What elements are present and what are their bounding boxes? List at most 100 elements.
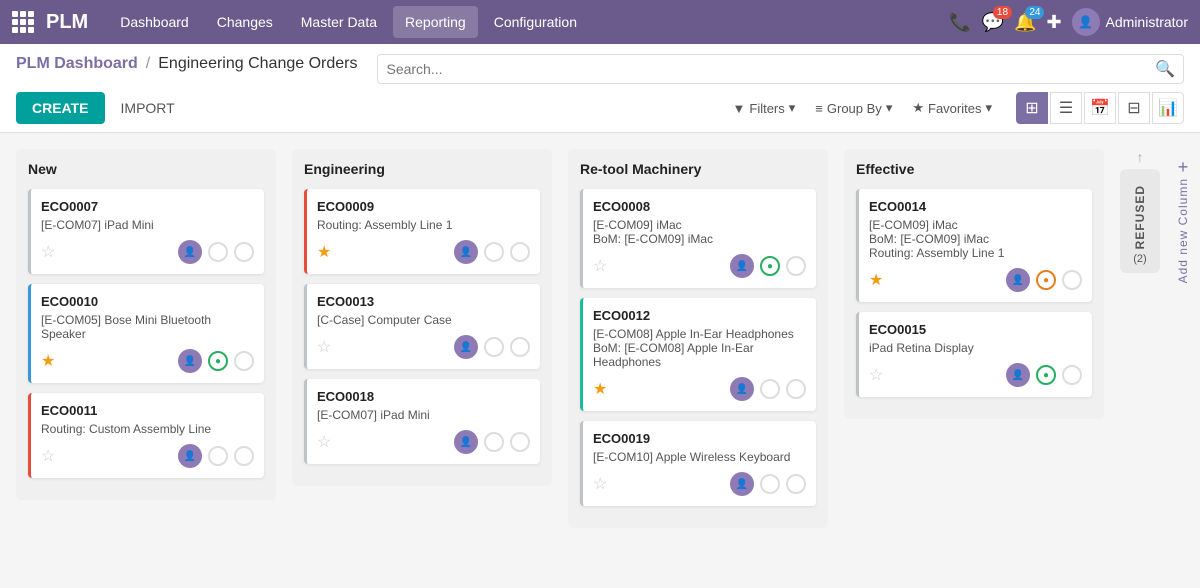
table-row[interactable]: ECO0013 [C-Case] Computer Case ☆ 👤 <box>304 284 540 369</box>
chart-view-button[interactable]: 📊 <box>1152 92 1184 124</box>
status-dot[interactable] <box>760 379 780 399</box>
status-dot-2[interactable] <box>234 351 254 371</box>
card-footer: ★ 👤 <box>317 240 530 264</box>
column-effective: Effective ECO0014 [E-COM09] iMacBoM: [E-… <box>844 149 1104 419</box>
grid-view-button[interactable]: ⊟ <box>1118 92 1150 124</box>
status-dot[interactable]: ● <box>760 256 780 276</box>
star-button[interactable]: ☆ <box>41 446 55 466</box>
import-button[interactable]: IMPORT <box>113 92 183 124</box>
create-button[interactable]: CREATE <box>16 92 105 124</box>
column-engineering: Engineering ECO0009 Routing: Assembly Li… <box>292 149 552 486</box>
menu-dashboard[interactable]: Dashboard <box>108 6 201 38</box>
table-row[interactable]: ECO0011 Routing: Custom Assembly Line ☆ … <box>28 393 264 478</box>
card-id: ECO0011 <box>41 403 254 418</box>
search-icon[interactable]: 🔍 <box>1155 59 1175 79</box>
card-footer: ☆ 👤 <box>317 430 530 454</box>
avatar: 👤 <box>178 444 202 468</box>
table-row[interactable]: ECO0018 [E-COM07] iPad Mini ☆ 👤 <box>304 379 540 464</box>
card-footer: ☆ 👤 <box>41 240 254 264</box>
phone-icon[interactable]: 📞 <box>949 12 971 33</box>
table-row[interactable]: ECO0009 Routing: Assembly Line 1 ★ 👤 <box>304 189 540 274</box>
table-row[interactable]: ECO0010 [E-COM05] Bose Mini Bluetooth Sp… <box>28 284 264 383</box>
star-button[interactable]: ★ <box>593 379 607 399</box>
star-button[interactable]: ☆ <box>869 365 883 385</box>
add-column-button[interactable]: + Add new Column <box>1176 149 1190 283</box>
favorites-button[interactable]: ★ Favorites ▾ <box>904 96 1000 120</box>
status-dot[interactable] <box>760 474 780 494</box>
status-dot[interactable] <box>208 446 228 466</box>
menu-master-data[interactable]: Master Data <box>289 6 389 38</box>
star-button[interactable]: ☆ <box>317 337 331 357</box>
filters-button[interactable]: ▼ Filters ▾ <box>725 96 804 120</box>
admin-menu[interactable]: 👤 Administrator <box>1072 8 1188 36</box>
table-row[interactable]: ECO0012 [E-COM08] Apple In-Ear Headphone… <box>580 298 816 411</box>
chat-icon[interactable]: 💬 18 <box>982 12 1004 33</box>
card-title: Routing: Assembly Line 1 <box>317 218 530 232</box>
status-dot[interactable] <box>484 432 504 452</box>
card-footer: ★ 👤 <box>593 377 806 401</box>
breadcrumb-home[interactable]: PLM Dashboard <box>16 55 138 73</box>
search-input[interactable] <box>386 61 1155 77</box>
star-button[interactable]: ★ <box>41 351 55 371</box>
card-title: [E-COM07] iPad Mini <box>41 218 254 232</box>
activity-icon[interactable]: 🔔 24 <box>1014 12 1036 33</box>
column-refused[interactable]: REFUSED (2) <box>1120 169 1160 273</box>
star-button[interactable]: ☆ <box>593 256 607 276</box>
menu-changes[interactable]: Changes <box>205 6 285 38</box>
table-row[interactable]: ECO0014 [E-COM09] iMacBoM: [E-COM09] iMa… <box>856 189 1092 302</box>
table-row[interactable]: ECO0015 iPad Retina Display ☆ 👤 ● <box>856 312 1092 397</box>
card-id: ECO0019 <box>593 431 806 446</box>
card-id: ECO0012 <box>593 308 806 323</box>
menu-reporting[interactable]: Reporting <box>393 6 478 38</box>
status-dot[interactable]: ● <box>1036 270 1056 290</box>
collapse-up-icon[interactable]: ↑ <box>1137 149 1144 169</box>
activity-badge: 24 <box>1025 6 1044 19</box>
avatar: 👤 <box>454 240 478 264</box>
status-dot-2[interactable] <box>786 379 806 399</box>
status-dot-2[interactable] <box>786 474 806 494</box>
status-dot-2[interactable] <box>786 256 806 276</box>
status-dot-2[interactable] <box>510 432 530 452</box>
favorites-chevron: ▾ <box>985 100 992 116</box>
calendar-view-button[interactable]: 📅 <box>1084 92 1116 124</box>
status-dot-2[interactable] <box>1062 270 1082 290</box>
column-engineering-header: Engineering <box>304 161 540 177</box>
card-title: [E-COM05] Bose Mini Bluetooth Speaker <box>41 313 254 341</box>
menu-configuration[interactable]: Configuration <box>482 6 589 38</box>
card-title: [E-COM09] iMacBoM: [E-COM09] iMac <box>593 218 806 246</box>
status-dot-2[interactable] <box>510 242 530 262</box>
status-dot[interactable] <box>484 242 504 262</box>
column-retool-header: Re-tool Machinery <box>580 161 816 177</box>
card-footer: ★ 👤 ● <box>41 349 254 373</box>
logo-area[interactable]: PLM <box>12 11 88 34</box>
star-button[interactable]: ☆ <box>593 474 607 494</box>
avatar: 👤 <box>454 335 478 359</box>
star-button[interactable]: ☆ <box>41 242 55 262</box>
status-dot[interactable] <box>484 337 504 357</box>
star-button[interactable]: ★ <box>317 242 331 262</box>
avatar: 👤 <box>178 240 202 264</box>
group-by-button[interactable]: ≡ Group By ▾ <box>807 96 900 120</box>
kanban-view-button[interactable]: ⊞ <box>1016 92 1048 124</box>
table-row[interactable]: ECO0019 [E-COM10] Apple Wireless Keyboar… <box>580 421 816 506</box>
status-dot-2[interactable] <box>1062 365 1082 385</box>
app-title: PLM <box>46 11 88 34</box>
list-view-button[interactable]: ☰ <box>1050 92 1082 124</box>
top-menu: Dashboard Changes Master Data Reporting … <box>108 6 945 38</box>
card-id: ECO0009 <box>317 199 530 214</box>
card-title: [C-Case] Computer Case <box>317 313 530 327</box>
card-id: ECO0014 <box>869 199 1082 214</box>
table-row[interactable]: ECO0008 [E-COM09] iMacBoM: [E-COM09] iMa… <box>580 189 816 288</box>
status-dot[interactable]: ● <box>208 351 228 371</box>
star-button[interactable]: ☆ <box>317 432 331 452</box>
status-dot-2[interactable] <box>234 242 254 262</box>
status-dot[interactable] <box>208 242 228 262</box>
star-button[interactable]: ★ <box>869 270 883 290</box>
status-dot-2[interactable] <box>510 337 530 357</box>
search-bar: 🔍 <box>377 54 1184 84</box>
status-dot-2[interactable] <box>234 446 254 466</box>
status-dot[interactable]: ● <box>1036 365 1056 385</box>
breadcrumb-current: Engineering Change Orders <box>158 55 357 73</box>
table-row[interactable]: ECO0007 [E-COM07] iPad Mini ☆ 👤 <box>28 189 264 274</box>
settings-icon[interactable]: ✚ <box>1046 12 1061 33</box>
